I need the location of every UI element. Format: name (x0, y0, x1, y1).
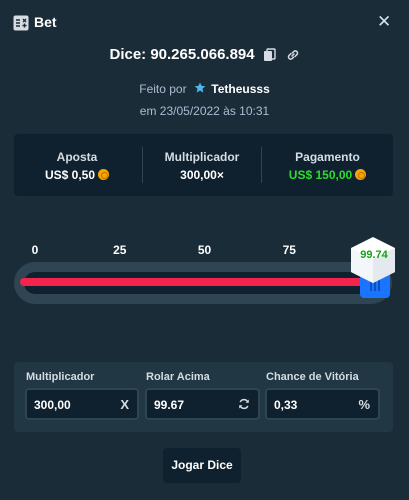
close-icon[interactable]: ✕ (377, 13, 391, 30)
coin-icon (355, 169, 367, 180)
multiplier-label: Multiplicador (164, 150, 240, 164)
author-username[interactable]: Tetheusss (211, 82, 269, 96)
play-dice-button[interactable]: Jogar Dice (163, 448, 241, 483)
bet-amount-value: US$ 0,50 (14, 168, 140, 182)
refresh-icon[interactable] (238, 398, 250, 410)
multiplier-suffix: X (120, 397, 129, 412)
dice-id: Dice: 90.265.066.894 (109, 46, 255, 63)
dice-id-row: Dice: 90.265.066.894 (0, 46, 409, 66)
multiplier-input[interactable]: 300,00 X (25, 388, 139, 420)
slider-tick-label: 50 (197, 243, 212, 257)
bet-amount-label: Aposta (56, 150, 98, 164)
payout-label: Pagamento (295, 150, 360, 164)
multiplier-stat: Multiplicador 300,00× (143, 134, 261, 196)
copy-icon[interactable] (263, 48, 277, 62)
link-icon[interactable] (286, 48, 300, 62)
slider-tick-label: 75 (282, 243, 296, 257)
roll-over-input[interactable]: 99.67 (145, 388, 260, 420)
payout-stat: Pagamento US$ 150,00 (262, 134, 393, 196)
result-value: 99.74 (360, 249, 388, 261)
slider-tick-label: 0 (31, 243, 39, 257)
bet-stats-panel: Aposta US$ 0,50 Multiplicador 300,00× Pa… (14, 134, 393, 196)
multiplier-value: 300,00× (180, 168, 224, 182)
author-prefix: Feito por (139, 82, 187, 96)
slider-tick-label: 25 (113, 243, 127, 257)
coin-icon (98, 169, 110, 180)
bet-amount-stat: Aposta US$ 0,50 (14, 134, 140, 196)
win-chance-input[interactable]: 0,33 % (265, 388, 380, 420)
win-chance-label: Chance de Vitória (266, 371, 359, 383)
multiplier-input-label: Multiplicador (26, 371, 95, 383)
roll-over-label: Rolar Acima (146, 371, 210, 383)
percent-suffix: % (358, 397, 370, 412)
roll-over-value: 99.67 (154, 398, 185, 412)
star-icon (194, 82, 206, 93)
modal-title: Bet (34, 14, 57, 30)
modal-header: Bet ✕ (0, 0, 409, 44)
bet-icon (13, 15, 29, 31)
payout-value: US$ 150,00 (262, 168, 393, 182)
slider-lose-range (20, 278, 373, 286)
author-row: Feito por Tetheusss (0, 82, 409, 97)
win-chance-value: 0,33 (274, 398, 298, 412)
multiplier-input-value: 300,00 (34, 398, 71, 412)
bet-date: em 23/05/2022 às 10:31 (139, 104, 270, 118)
